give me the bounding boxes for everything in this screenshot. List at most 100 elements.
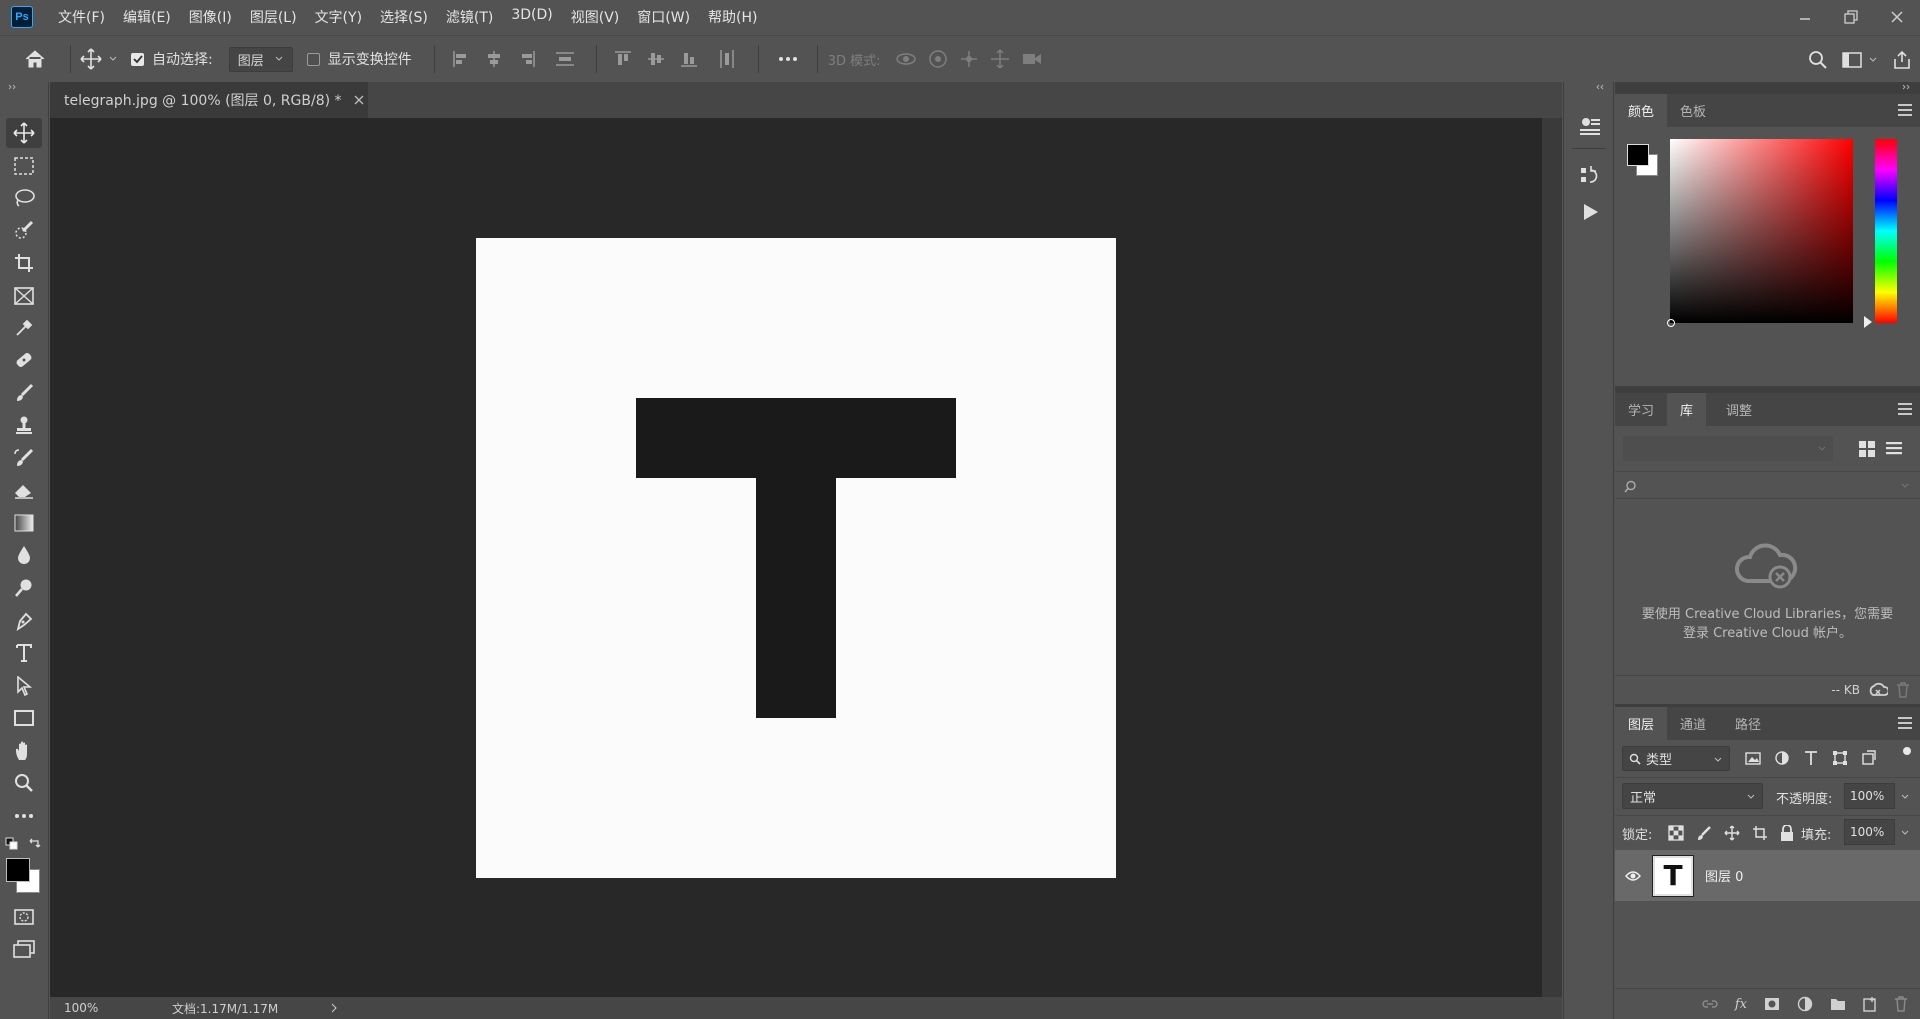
delete-layer-icon[interactable] xyxy=(1894,996,1908,1012)
pen-tool[interactable] xyxy=(6,606,42,636)
new-group-icon[interactable] xyxy=(1830,997,1846,1011)
align-vcenter-button[interactable] xyxy=(640,50,673,68)
move-tool-preset[interactable] xyxy=(75,48,123,70)
hue-slider[interactable] xyxy=(1875,139,1897,323)
layer-row[interactable]: T 图层 0 xyxy=(1615,850,1920,901)
fg-color-chip[interactable] xyxy=(1627,144,1649,166)
add-mask-icon[interactable] xyxy=(1764,997,1780,1011)
library-dropdown[interactable] xyxy=(1623,436,1833,461)
history-panel-button[interactable] xyxy=(1576,162,1604,190)
menu-help[interactable]: 帮助(H) xyxy=(708,7,757,27)
menu-file[interactable]: 文件(F) xyxy=(58,7,105,27)
lock-artboard-icon[interactable] xyxy=(1752,825,1768,841)
tab-adjustments[interactable]: 调整 xyxy=(1706,393,1765,426)
more-options-button[interactable] xyxy=(769,56,807,62)
layer-filter-dropdown[interactable]: 类型 xyxy=(1622,746,1730,771)
fill-input[interactable]: 100% xyxy=(1844,819,1895,845)
panel-menu-icon[interactable] xyxy=(1898,403,1912,415)
zoom-tool[interactable] xyxy=(6,768,42,798)
clone-stamp-tool[interactable] xyxy=(6,410,42,440)
chevron-down-icon[interactable] xyxy=(1900,792,1910,802)
align-top-button[interactable] xyxy=(607,50,640,68)
eraser-tool[interactable] xyxy=(6,475,42,505)
move-tool[interactable] xyxy=(6,118,42,148)
smart-object-filter-icon[interactable] xyxy=(1861,750,1877,766)
status-arrow-icon[interactable] xyxy=(330,1003,338,1013)
history-brush-tool[interactable] xyxy=(6,443,42,473)
roll-3d-icon[interactable] xyxy=(928,49,948,69)
link-layers-icon[interactable] xyxy=(1702,999,1718,1009)
actions-panel-button[interactable] xyxy=(1576,198,1604,226)
default-colors-icon[interactable] xyxy=(5,837,19,851)
grid-view-icon[interactable] xyxy=(1858,440,1876,458)
slide-3d-icon[interactable] xyxy=(990,49,1010,69)
tab-layers[interactable]: 图层 xyxy=(1615,707,1668,740)
blend-mode-dropdown[interactable]: 正常 xyxy=(1622,783,1763,809)
type-filter-icon[interactable] xyxy=(1803,750,1819,766)
align-right-button[interactable] xyxy=(511,50,544,68)
lock-position-icon[interactable] xyxy=(1724,825,1740,841)
hand-tool[interactable] xyxy=(6,736,42,766)
quick-mask-button[interactable] xyxy=(6,902,42,932)
screen-mode-button[interactable] xyxy=(6,934,42,964)
camera-3d-icon[interactable] xyxy=(1021,51,1043,67)
marquee-tool[interactable] xyxy=(6,151,42,181)
dodge-tool[interactable] xyxy=(6,573,42,603)
color-picker-handle[interactable] xyxy=(1667,319,1675,327)
orbit-3d-icon[interactable] xyxy=(895,49,917,69)
zoom-level[interactable]: 100% xyxy=(64,1001,144,1015)
menu-window[interactable]: 窗口(W) xyxy=(637,7,690,27)
path-select-tool[interactable] xyxy=(6,671,42,701)
distribute-horizontal-button[interactable] xyxy=(706,49,748,69)
panel-menu-icon[interactable] xyxy=(1898,717,1912,729)
menu-3d[interactable]: 3D(D) xyxy=(511,7,552,27)
tab-learn[interactable]: 学习 xyxy=(1615,393,1667,426)
workspace-switcher[interactable] xyxy=(1842,51,1878,68)
foreground-color-swatch[interactable] xyxy=(6,858,30,882)
layer-styles-icon[interactable]: fx xyxy=(1735,997,1747,1012)
search-icon[interactable] xyxy=(1808,50,1828,70)
frame-tool[interactable] xyxy=(6,281,42,311)
vertical-scrollbar[interactable] xyxy=(1542,118,1562,997)
more-tools-button[interactable] xyxy=(6,801,42,831)
lock-pixels-icon[interactable] xyxy=(1696,825,1712,841)
tab-libraries[interactable]: 库 xyxy=(1667,393,1707,426)
tab-paths[interactable]: 路径 xyxy=(1719,707,1774,740)
pixel-filter-icon[interactable] xyxy=(1745,750,1761,766)
eyedropper-tool[interactable] xyxy=(6,313,42,343)
properties-panel-button[interactable] xyxy=(1576,112,1604,140)
share-icon[interactable] xyxy=(1892,50,1912,70)
menu-filter[interactable]: 滤镜(T) xyxy=(446,7,493,27)
hue-slider-handle-icon[interactable] xyxy=(1864,316,1872,328)
restore-button[interactable] xyxy=(1828,0,1874,33)
canvas-viewport[interactable] xyxy=(50,118,1542,997)
trash-icon[interactable] xyxy=(1896,682,1910,698)
library-search[interactable] xyxy=(1615,471,1920,499)
auto-select-target-dropdown[interactable]: 图层 xyxy=(228,46,293,72)
align-left-button[interactable] xyxy=(445,50,478,68)
crop-tool[interactable] xyxy=(6,248,42,278)
chevron-down-icon[interactable] xyxy=(1900,828,1910,838)
distribute-vertical-button[interactable] xyxy=(544,50,586,68)
align-bottom-button[interactable] xyxy=(673,50,706,68)
new-layer-icon[interactable] xyxy=(1863,996,1877,1012)
blur-tool[interactable] xyxy=(6,540,42,570)
shape-filter-icon[interactable] xyxy=(1832,750,1848,766)
collapse-arrows-icon[interactable] xyxy=(8,84,18,90)
menu-edit[interactable]: 编辑(E) xyxy=(123,7,171,27)
menu-type[interactable]: 文字(Y) xyxy=(315,7,362,27)
tab-channels[interactable]: 通道 xyxy=(1667,707,1719,740)
collapse-arrows-icon[interactable] xyxy=(1902,84,1912,90)
minimize-button[interactable] xyxy=(1782,0,1828,33)
menu-select[interactable]: 选择(S) xyxy=(380,7,428,27)
auto-select-checkbox[interactable] xyxy=(131,52,144,66)
menu-image[interactable]: 图像(I) xyxy=(189,7,232,27)
document-tab[interactable]: telegraph.jpg @ 100% (图层 0, RGB/8) * xyxy=(50,82,368,118)
lock-transparent-icon[interactable] xyxy=(1668,825,1684,841)
close-tab-icon[interactable] xyxy=(354,95,364,105)
show-transform-checkbox[interactable] xyxy=(306,52,320,66)
brush-tool[interactable] xyxy=(6,378,42,408)
menu-layer[interactable]: 图层(L) xyxy=(250,7,297,27)
filter-toggle[interactable] xyxy=(1903,747,1911,755)
quick-select-tool[interactable] xyxy=(6,215,42,245)
